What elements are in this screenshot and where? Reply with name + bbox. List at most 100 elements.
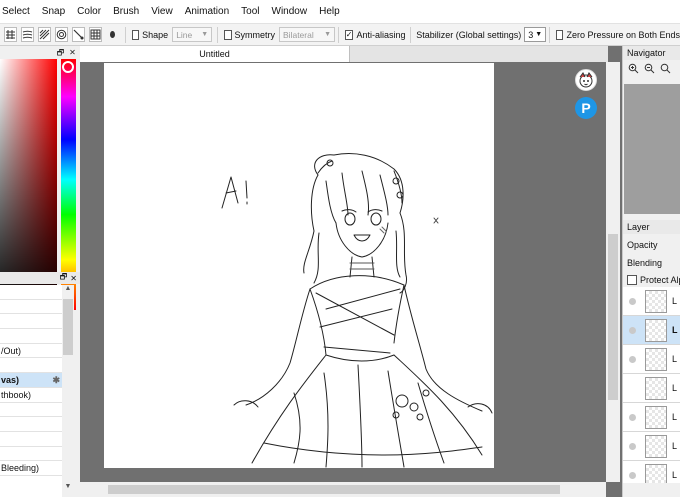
menu-color[interactable]: Color — [71, 0, 107, 24]
layer-name: L — [672, 470, 678, 480]
list-item[interactable]: /Out) — [0, 344, 62, 359]
list-item[interactable] — [0, 285, 62, 300]
scroll-up-icon[interactable]: ▲ — [62, 285, 74, 295]
scroll-down-icon[interactable]: ▼ — [62, 483, 74, 493]
menu-view[interactable]: View — [145, 0, 179, 24]
blending-label: Blending — [627, 258, 663, 268]
close-icon[interactable]: ✕ — [68, 48, 77, 57]
symmetry-select[interactable]: Bilateral ▼ — [279, 27, 336, 42]
menu-tool[interactable]: Tool — [235, 0, 265, 24]
pixiv-icon[interactable]: P — [575, 97, 597, 119]
menu-snap[interactable]: Snap — [36, 0, 71, 24]
zoom-fit-icon[interactable] — [660, 63, 671, 77]
list-item[interactable] — [0, 314, 62, 330]
scrollbar-thumb[interactable] — [608, 234, 618, 400]
layer-row[interactable]: L — [623, 432, 680, 461]
shape-label: Shape — [142, 29, 169, 40]
list-item[interactable] — [0, 403, 62, 418]
opacity-label: Opacity — [627, 240, 658, 250]
chevron-down-icon: ▼ — [535, 31, 543, 38]
visibility-icon[interactable] — [629, 355, 636, 363]
document-tab[interactable]: Untitled — [80, 46, 350, 62]
list-item[interactable]: Bleeding) — [0, 461, 62, 476]
list-item[interactable] — [0, 447, 62, 462]
close-icon[interactable]: ✕ — [70, 274, 77, 283]
gear-icon[interactable]: ✱ — [52, 373, 60, 387]
protect-alpha-checkbox[interactable] — [627, 275, 637, 285]
antialias-label: Anti-aliasing — [356, 29, 406, 40]
list-item-selected[interactable]: vas) ✱ — [0, 373, 62, 388]
symmetry-label: Symmetry — [234, 29, 276, 40]
visibility-icon[interactable] — [629, 413, 636, 421]
layer-row[interactable]: L — [623, 403, 680, 432]
chevron-down-icon: ▼ — [201, 31, 209, 38]
symmetry-checkbox[interactable] — [223, 29, 232, 40]
menu-brush[interactable]: Brush — [107, 0, 145, 24]
layer-thumbnail — [645, 318, 667, 342]
parallel-lines-icon[interactable] — [21, 27, 34, 42]
stabilizer-select[interactable]: 3 ▼ — [524, 27, 547, 42]
visibility-icon[interactable] — [629, 297, 636, 305]
shape-select-value: Line — [176, 29, 193, 40]
layer-name: L — [672, 383, 678, 393]
restore-icon[interactable]: 🗗 — [60, 271, 68, 285]
list-item[interactable]: thbook) — [0, 388, 62, 403]
zoom-in-icon[interactable] — [628, 63, 639, 77]
color-panel-header: 🗗 ✕ — [0, 46, 80, 58]
menu-select[interactable]: Select — [0, 0, 36, 24]
list-item[interactable] — [0, 329, 62, 344]
stabilizer-value: 3 — [528, 29, 534, 40]
menu-window[interactable]: Window — [266, 0, 314, 24]
concentric-icon[interactable] — [55, 27, 68, 42]
hue-slider-handle[interactable] — [62, 61, 74, 73]
layer-row[interactable]: L — [623, 345, 680, 374]
scrollbar-thumb[interactable] — [108, 485, 560, 494]
curve-icon[interactable] — [72, 27, 85, 42]
zero-pressure-checkbox[interactable] — [555, 29, 564, 40]
tab-bar-empty — [350, 46, 608, 62]
protect-alpha-label: Protect Alpha — [640, 275, 680, 285]
perspective-icon[interactable] — [38, 27, 51, 42]
list-item[interactable] — [0, 432, 62, 447]
zoom-out-icon[interactable] — [644, 63, 655, 77]
layer-name: L — [672, 325, 678, 335]
layer-row[interactable]: L — [623, 287, 680, 316]
list-item[interactable] — [0, 300, 62, 315]
canvas-vertical-scrollbar[interactable] — [606, 62, 620, 482]
layer-row[interactable]: L — [623, 374, 680, 403]
protect-alpha[interactable]: Protect Alpha — [627, 275, 680, 285]
dot-icon[interactable] — [110, 31, 115, 38]
navigator-preview[interactable] — [624, 84, 680, 214]
list-item[interactable] — [0, 358, 62, 374]
canvas-horizontal-scrollbar[interactable] — [80, 482, 606, 497]
visibility-icon[interactable] — [629, 326, 636, 334]
layer-thumbnail — [645, 463, 667, 483]
avatar-icon[interactable] — [575, 69, 597, 91]
restore-icon[interactable]: 🗗 — [56, 48, 65, 57]
toolbar-separator — [124, 26, 126, 43]
layer-row-selected[interactable]: L — [623, 316, 680, 345]
brush-list-scrollbar[interactable]: ▲ ▼ — [62, 285, 74, 493]
lines-icon[interactable] — [4, 27, 17, 42]
visibility-icon[interactable] — [629, 442, 636, 450]
menu-help[interactable]: Help — [313, 0, 346, 24]
shape-select[interactable]: Line ▼ — [172, 27, 213, 42]
layer-row[interactable]: L — [623, 461, 680, 483]
navigator-toolbar — [623, 60, 680, 80]
visibility-icon[interactable] — [629, 471, 636, 479]
layer-thumbnail — [645, 434, 667, 458]
list-item[interactable] — [0, 417, 62, 432]
layer-panel-footer — [623, 483, 680, 497]
menu-animation[interactable]: Animation — [179, 0, 235, 24]
toolbar-separator — [409, 26, 411, 43]
grid-icon[interactable] — [89, 27, 102, 42]
left-panels: 🗗 ✕ 🗗 ✕ /Out) vas) ✱ thbook) Bleeding) ▲ … — [0, 46, 80, 497]
navigator-title: Navigator — [623, 46, 680, 60]
shape-checkbox[interactable] — [131, 29, 140, 40]
visibility-icon[interactable] — [629, 385, 636, 392]
drawing-canvas[interactable] — [104, 63, 494, 468]
symmetry-select-value: Bilateral — [283, 29, 314, 40]
antialias-checkbox[interactable]: ✓ — [344, 29, 354, 40]
scrollbar-thumb[interactable] — [63, 299, 73, 355]
layer-thumbnail — [645, 289, 667, 313]
